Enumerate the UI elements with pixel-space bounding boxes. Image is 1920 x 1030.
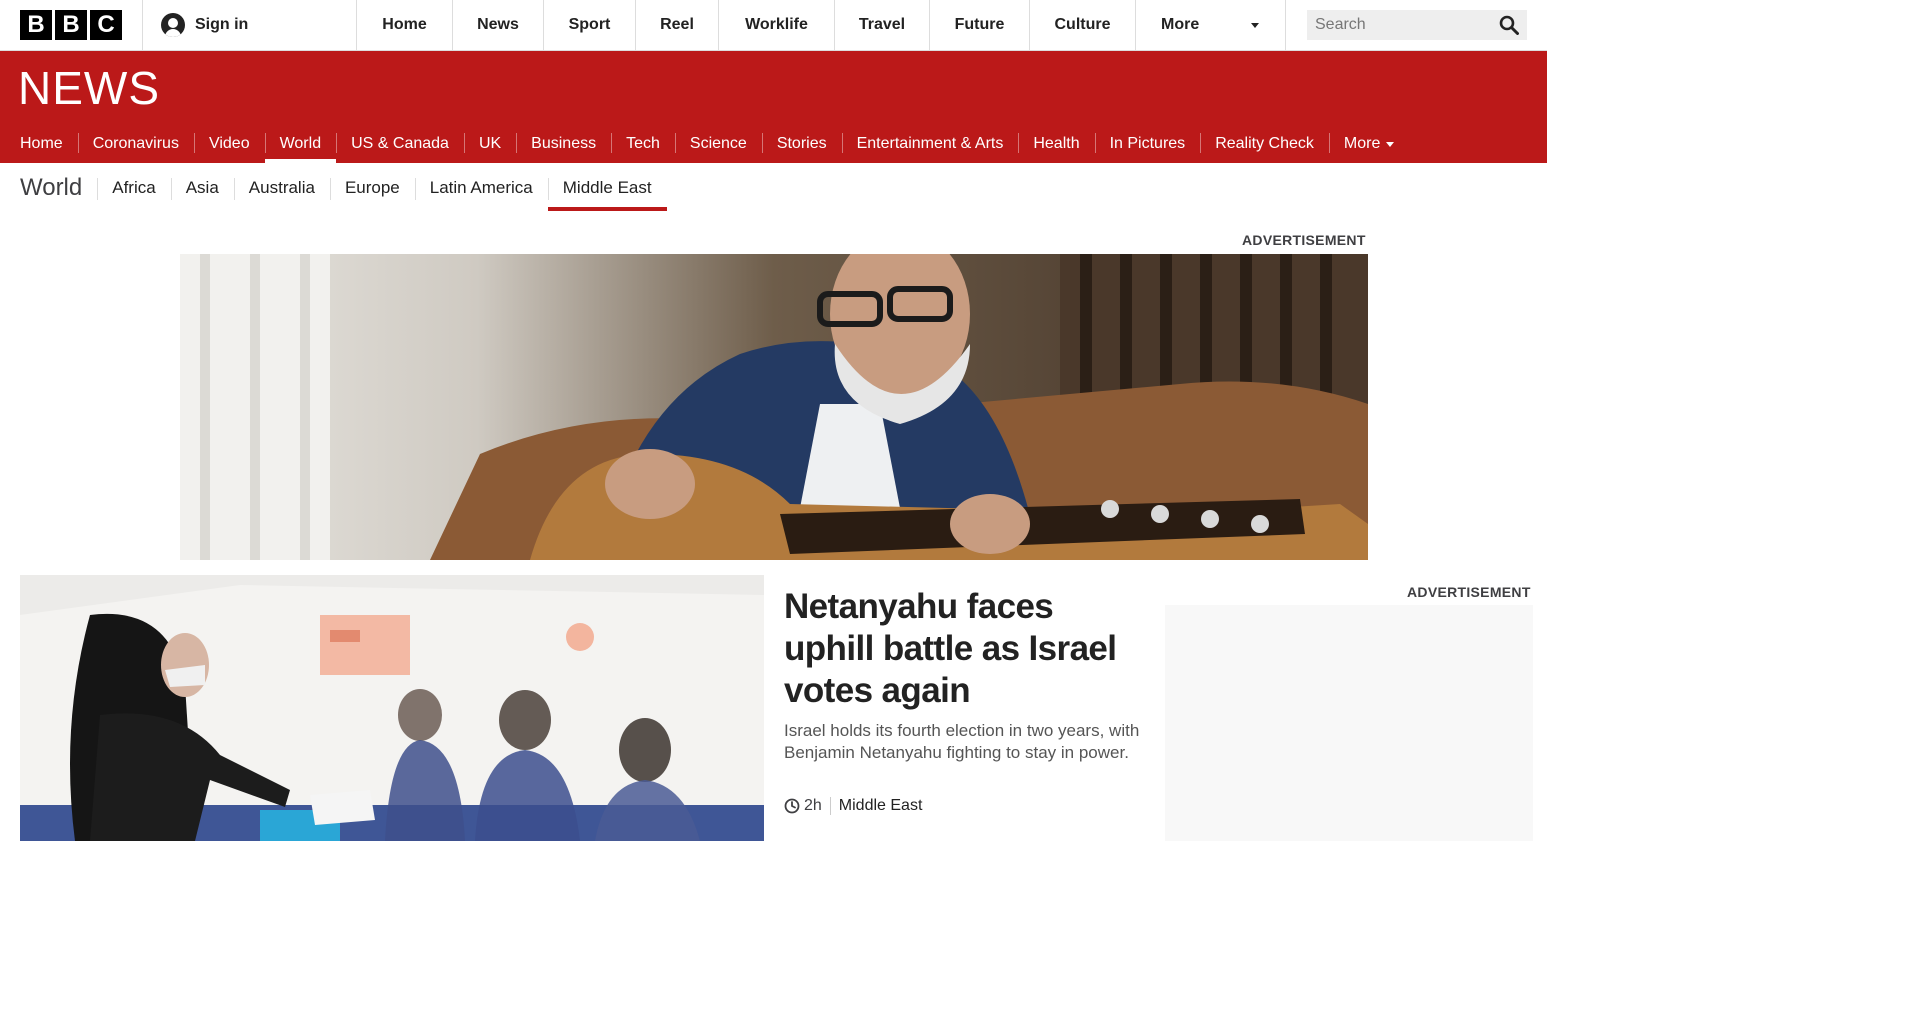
bbc-masthead: B B C Sign in Home News Sport Reel Workl… <box>0 0 1547 51</box>
world-section-title[interactable]: World <box>0 163 97 213</box>
chevron-down-icon <box>1251 22 1259 28</box>
banner-advertisement[interactable] <box>180 254 1368 560</box>
masthead-more-menu[interactable]: More <box>1136 0 1286 50</box>
world-nav-europe[interactable]: Europe <box>329 163 415 213</box>
lead-story-time: 2h <box>804 797 822 814</box>
masthead-more-label: More <box>1161 16 1200 33</box>
news-nav-stories[interactable]: Stories <box>761 125 842 163</box>
news-nav-world[interactable]: World <box>264 125 337 163</box>
masthead-nav-travel[interactable]: Travel <box>835 0 930 50</box>
world-subnav: World Africa Asia Australia Europe Latin… <box>0 163 667 213</box>
news-nav-science[interactable]: Science <box>674 125 762 163</box>
world-nav-australia[interactable]: Australia <box>233 163 330 213</box>
news-nav-coronavirus[interactable]: Coronavirus <box>77 125 194 163</box>
world-nav-africa[interactable]: Africa <box>97 163 170 213</box>
news-wordmark[interactable]: NEWS <box>18 61 160 115</box>
sign-in-label: Sign in <box>195 16 249 33</box>
news-nav-us-canada[interactable]: US & Canada <box>336 125 464 163</box>
news-nav-in-pictures[interactable]: In Pictures <box>1094 125 1201 163</box>
news-nav-tech[interactable]: Tech <box>611 125 675 163</box>
sign-in-link[interactable]: Sign in <box>143 0 357 50</box>
news-nav-business[interactable]: Business <box>516 125 611 163</box>
masthead-nav-worklife[interactable]: Worklife <box>719 0 835 50</box>
news-nav-reality-check[interactable]: Reality Check <box>1200 125 1329 163</box>
search-icon[interactable] <box>1499 15 1519 35</box>
news-nav: Home Coronavirus Video World US & Canada… <box>0 125 1409 163</box>
masthead-nav-reel[interactable]: Reel <box>636 0 719 50</box>
clock-icon <box>784 798 800 814</box>
user-icon <box>161 13 185 37</box>
bbc-logo-letter: C <box>90 10 122 40</box>
lead-story-photo <box>20 575 764 841</box>
lead-story-image[interactable] <box>20 575 764 841</box>
world-nav-latin-america[interactable]: Latin America <box>414 163 548 213</box>
masthead-nav-future[interactable]: Future <box>930 0 1030 50</box>
bbc-logo[interactable]: B B C <box>0 0 143 50</box>
advertisement-image <box>180 254 1368 560</box>
masthead-nav: Home News Sport Reel Worklife Travel Fut… <box>357 0 1286 50</box>
world-nav-asia[interactable]: Asia <box>170 163 234 213</box>
meta-divider <box>829 797 831 815</box>
news-nav-health[interactable]: Health <box>1018 125 1094 163</box>
bbc-logo-letter: B <box>55 10 87 40</box>
search-area <box>1286 0 1527 50</box>
news-header: NEWS Home Coronavirus Video World US & C… <box>0 51 1547 163</box>
news-nav-more-menu[interactable]: More <box>1328 125 1409 163</box>
bbc-logo-letter: B <box>20 10 52 40</box>
world-nav-middle-east[interactable]: Middle East <box>547 163 667 213</box>
news-nav-uk[interactable]: UK <box>463 125 516 163</box>
masthead-nav-culture[interactable]: Culture <box>1030 0 1136 50</box>
search-input[interactable] <box>1315 16 1485 34</box>
news-nav-home[interactable]: Home <box>0 125 78 163</box>
news-nav-video[interactable]: Video <box>193 125 265 163</box>
masthead-nav-home[interactable]: Home <box>357 0 453 50</box>
lead-story-summary: Israel holds its fourth election in two … <box>784 721 1140 762</box>
lead-story-headline[interactable]: Netanyahu faces uphill battle as Israel … <box>784 586 1144 712</box>
lead-story-section-link[interactable]: Middle East <box>839 797 923 815</box>
news-nav-entertainment-arts[interactable]: Entertainment & Arts <box>841 125 1019 163</box>
masthead-nav-news[interactable]: News <box>453 0 544 50</box>
banner-ad-label: ADVERTISEMENT <box>1242 232 1366 248</box>
lead-story-meta: 2h Middle East <box>784 797 922 815</box>
side-ad-label: ADVERTISEMENT <box>1407 584 1531 600</box>
search-box <box>1307 10 1527 40</box>
news-nav-more-label: More <box>1343 135 1381 152</box>
side-advertisement[interactable] <box>1165 605 1533 841</box>
chevron-down-icon <box>1386 141 1395 147</box>
masthead-nav-sport[interactable]: Sport <box>544 0 636 50</box>
